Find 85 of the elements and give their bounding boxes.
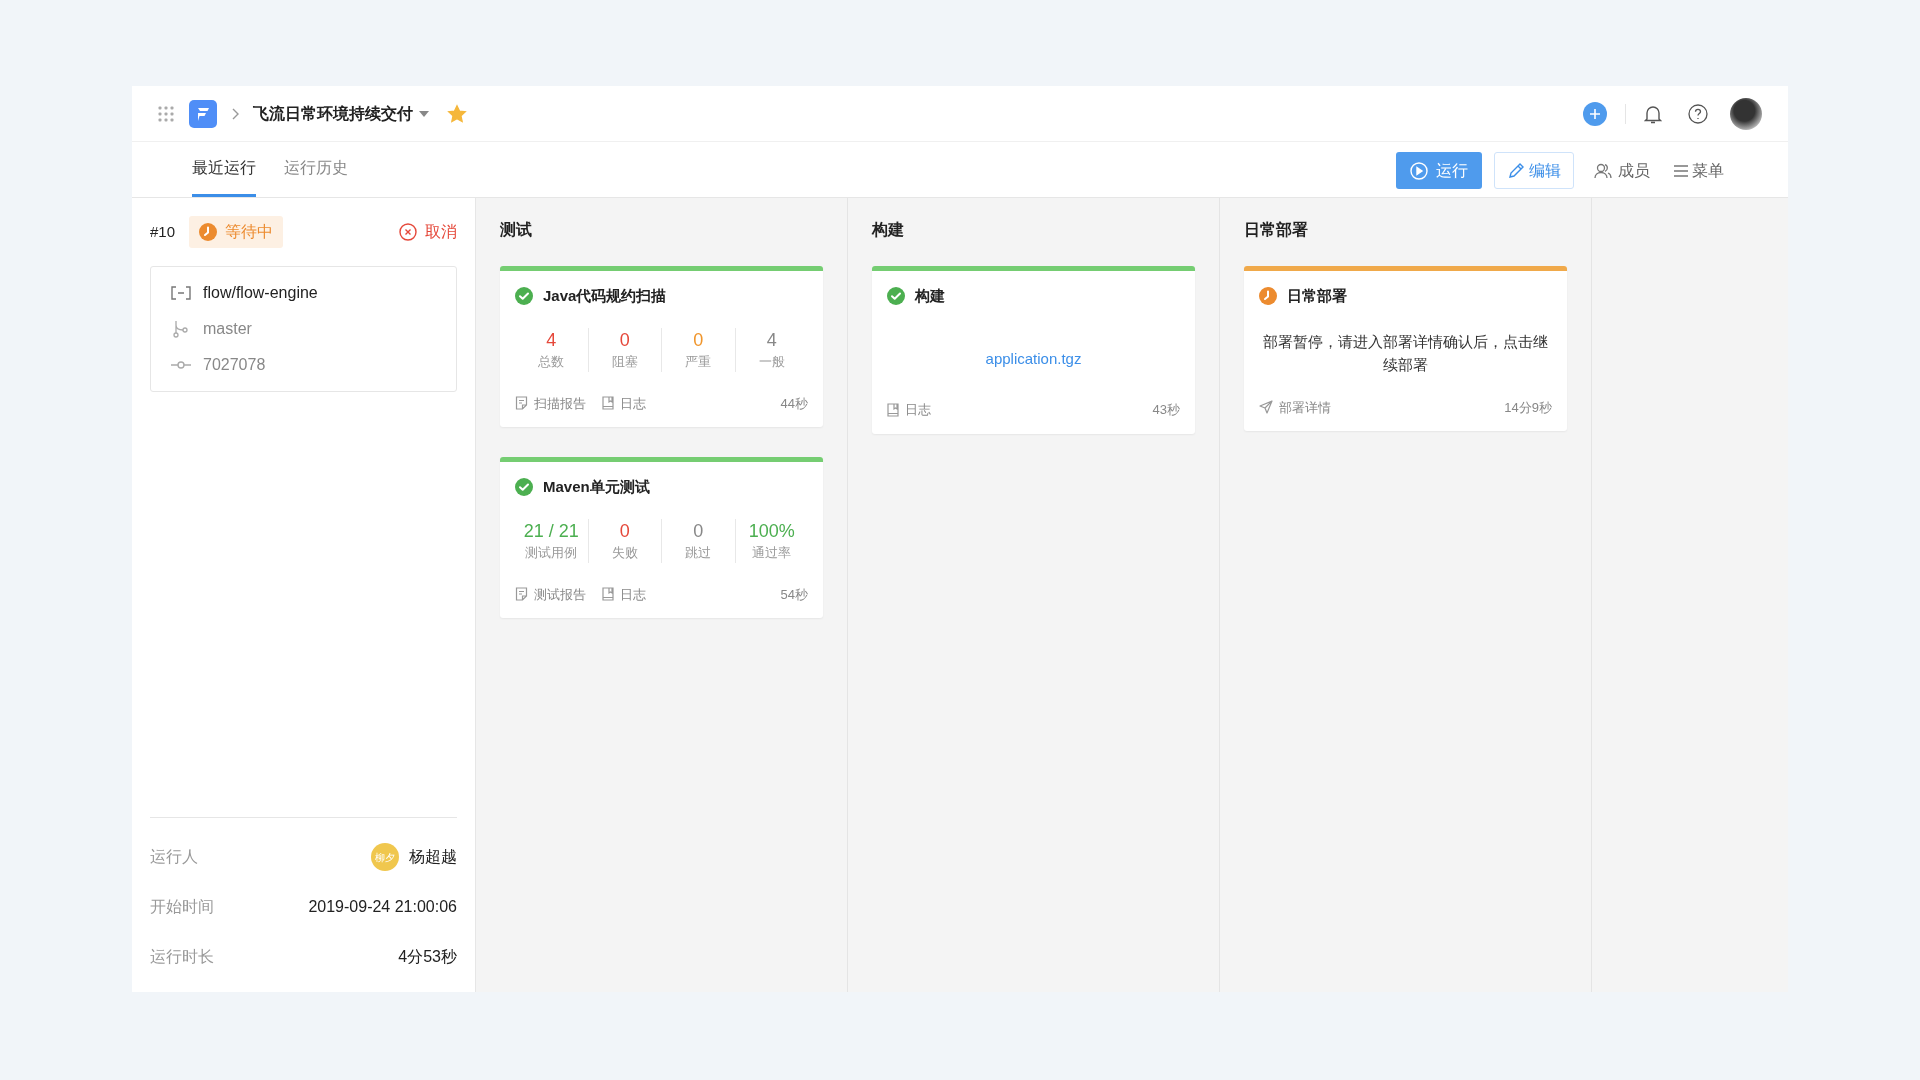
help-icon[interactable] [1688,103,1708,124]
job-card[interactable]: Maven单元测试 21 / 21 测试用例 0 失败 0 跳过 100% 通过率 测试报告 日志 54秒 [500,457,823,618]
job-link[interactable]: 测试报告 [515,584,586,604]
check-circle-icon [515,287,533,306]
repository-icon [171,286,191,300]
caret-icon [419,110,429,117]
job-duration: 44秒 [780,394,808,413]
star-icon[interactable] [447,103,467,124]
stat-value: 0 [693,328,704,352]
job-link[interactable]: 日志 [602,393,646,413]
detail-label: 运行人 [150,847,198,867]
status-badge: 等待中 [189,216,284,248]
detail-value: 2019-09-24 21:00:06 [308,897,457,917]
job-link[interactable]: 日志 [887,400,931,420]
branch-icon [171,320,191,338]
artifact-link[interactable]: application.tgz [985,347,1082,370]
job-link[interactable]: 部署详情 [1259,397,1331,417]
user-avatar: 柳夕 [371,843,399,871]
stat-label: 总数 [538,352,565,371]
stat-value: 0 [619,328,630,352]
check-circle-icon [515,478,533,497]
job-link[interactable]: 日志 [602,584,646,604]
stat-value: 21 / 21 [523,519,579,543]
job-title: 日常部署 [1287,286,1347,306]
check-circle-icon [887,287,905,306]
job-title: Maven单元测试 [543,477,650,497]
tab[interactable]: 运行历史 [284,156,348,197]
stat-value: 4 [766,328,777,352]
tab[interactable]: 最近运行 [192,156,256,197]
edit-button[interactable]: 编辑 [1494,152,1574,189]
stage-title: 构建 [872,220,905,240]
stat-label: 失败 [611,543,638,562]
close-circle-icon [399,223,417,241]
stage-title: 测试 [500,220,533,240]
clock-icon [1259,287,1277,306]
book-icon [602,587,614,602]
job-title: Java代码规约扫描 [543,286,667,306]
run-button[interactable]: 运行 [1396,152,1482,189]
job-duration: 43秒 [1152,401,1180,419]
stat-value: 0 [693,519,704,543]
menu-icon [1674,164,1688,177]
stat-value: 0 [619,519,630,543]
job-card[interactable]: 构建 application.tgz 日志 43秒 [872,266,1195,434]
run-number: #10 [150,221,176,242]
clock-icon [199,223,218,241]
members-button[interactable]: 成员 [1586,152,1658,189]
play-circle-icon [1410,161,1428,180]
detail-label: 开始时间 [150,897,214,917]
detail-value: 4分53秒 [398,947,457,967]
stat-label: 阻塞 [611,352,638,371]
stat-value: 4 [546,328,557,352]
job-title: 构建 [915,286,945,306]
cancel-button[interactable]: 取消 [399,220,457,244]
users-icon [1594,161,1612,180]
repository-name: flow/flow-engine [203,283,318,303]
job-link[interactable]: 扫描报告 [515,393,586,413]
stage-title: 日常部署 [1244,220,1309,240]
stat-label: 测试用例 [525,543,578,562]
plus-icon[interactable] [1583,101,1607,126]
bell-icon[interactable] [1644,103,1662,124]
document-icon [515,396,528,411]
chevron-right-icon [231,107,239,120]
stat-label: 跳过 [685,543,712,562]
user-avatar[interactable] [1730,97,1762,130]
project-dropdown[interactable]: 飞流日常环境持续交付 [253,101,429,126]
pencil-icon [1507,161,1525,180]
logo-icon[interactable] [189,99,217,128]
stat-label: 严重 [685,352,712,371]
detail-label: 运行时长 [150,947,214,967]
job-duration: 14分9秒 [1504,398,1552,417]
menu-button[interactable]: 菜单 [1670,152,1728,189]
message-text: 部署暂停，请进入部署详情确认后，点击继续部署 [1262,331,1549,375]
job-card[interactable]: 日常部署 部署暂停，请进入部署详情确认后，点击继续部署 部署详情 14分9秒 [1244,266,1567,431]
stat-label: 通过率 [752,543,792,562]
book-icon [602,396,614,411]
detail-value: 杨超越 [409,847,457,867]
stat-value: 100% [748,519,795,543]
job-duration: 54秒 [780,585,808,604]
app-grid-icon[interactable] [158,105,174,122]
commit-icon [171,360,191,370]
commit-hash: 7027078 [203,355,266,375]
branch-name: master [203,319,252,339]
book-icon [887,402,899,417]
paper-plane-icon [1259,400,1273,415]
document-icon [515,587,528,602]
